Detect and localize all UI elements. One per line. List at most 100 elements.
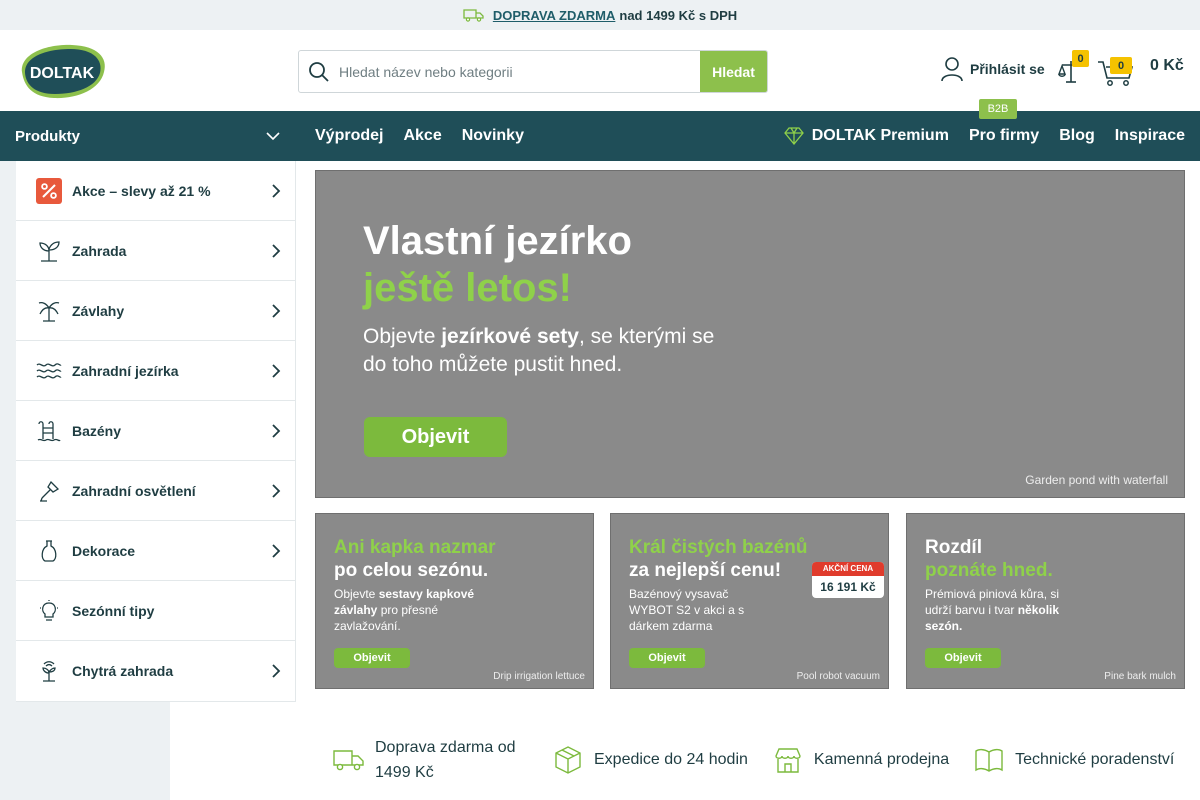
usp-free-shipping: Doprava zdarma od 1499 Kč [333, 735, 528, 785]
chevron-right-icon [272, 183, 281, 198]
cart-count-badge: 0 [1110, 57, 1132, 74]
cart-total[interactable]: 0 Kč [1150, 57, 1184, 75]
lightbulb-icon [36, 598, 62, 624]
pool-ladder-icon [36, 418, 62, 444]
nav-link-pro-firmy[interactable]: Pro firmy [969, 127, 1039, 145]
price-tag: AKČNÍ CENA 16 191 Kč [812, 562, 884, 598]
package-icon [552, 744, 584, 776]
chevron-right-icon [272, 423, 281, 438]
products-label: Produkty [15, 127, 81, 145]
promo-banner-pool-robot[interactable]: Král čistých bazénů za nejlepší cenu! Baz… [610, 513, 889, 689]
sidebar-item-bazeny[interactable]: Bazény [16, 401, 295, 461]
banner-description: Objevte sestavy kapkové závlahy pro přes… [334, 587, 475, 633]
compare-count-badge: 0 [1072, 50, 1089, 67]
promo-banner-bark[interactable]: Rozdíl poznáte hned. Prémiová piniová kůr… [906, 513, 1185, 689]
nav-link-novinky[interactable]: Novinky [462, 127, 524, 145]
sidebar-item-label: Sezónní tipy [72, 602, 155, 619]
sidebar-item-zavlahy[interactable]: Závlahy [16, 281, 295, 341]
banner-description: Prémiová piniová kůra, si udrží barvu i … [925, 587, 1060, 633]
free-shipping-link[interactable]: DOPRAVA ZDARMA [493, 8, 616, 23]
sidebar-item-sezonni-tipy[interactable]: Sezónní tipy [16, 581, 295, 641]
doltak-logo[interactable]: DOLTAK [16, 42, 108, 100]
truck-icon [463, 9, 484, 22]
hero-description: Objevte jezírkové sety, se kterými se do… [363, 325, 715, 376]
price-tag-label: AKČNÍ CENA [812, 562, 884, 576]
usp-advice: Technické poradenství [973, 744, 1174, 776]
banner-description: Bazénový vysavač WYBOT S2 v akci a s dár… [629, 587, 745, 633]
compare-button[interactable]: 0 [1057, 50, 1089, 86]
svg-text:DOLTAK: DOLTAK [30, 65, 95, 82]
smart-plant-icon [36, 658, 62, 684]
nav-link-akce[interactable]: Akce [403, 127, 441, 145]
banner-image-placeholder: Drip irrigation lettuce [493, 671, 585, 682]
banner-cta-button[interactable]: Objevit [925, 648, 1001, 668]
banner-image-placeholder: Pool robot vacuum [796, 671, 880, 682]
usp-label: Expedice do 24 hodin [594, 751, 748, 768]
promo-banner-irrigation[interactable]: Ani kapka nazmar po celou sezónu. Objevte… [315, 513, 594, 689]
main-navigation: Produkty Výprodej Akce Novinky DOLTAK Pr… [0, 111, 1200, 161]
chevron-right-icon [272, 543, 281, 558]
sidebar-item-zahrada[interactable]: Zahrada [16, 221, 295, 281]
sidebar-item-osvetleni[interactable]: Zahradní osvětlení [16, 461, 295, 521]
products-menu-toggle[interactable]: Produkty [0, 111, 295, 161]
hero-subheadline: ještě letos! [363, 266, 572, 310]
search-icon[interactable] [299, 51, 339, 92]
percent-icon [36, 177, 62, 204]
vase-icon [36, 538, 62, 564]
sidebar-item-chytra-zahrada[interactable]: Chytrá zahrada [16, 641, 295, 701]
user-icon [941, 57, 963, 82]
nav-left-links: Výprodej Akce Novinky [315, 111, 524, 161]
banner-headline: Rozdíl poznáte hned. [925, 537, 1053, 581]
sidebar-item-label: Chytrá zahrada [72, 663, 174, 679]
chevron-right-icon [272, 664, 281, 678]
cart-button[interactable]: 0 [1097, 54, 1137, 88]
login-link[interactable]: Přihlásit se [940, 56, 1045, 82]
category-sidebar: Akce – slevy až 21 % Zahrada Závlahy Zah… [16, 161, 296, 702]
diamond-icon [783, 127, 804, 145]
price-tag-value: 16 191 Kč [820, 580, 876, 594]
shipping-announcement-bar: DOPRAVA ZDARMA nad 1499 Kč s DPH [0, 0, 1200, 30]
banner-image-placeholder: Pine bark mulch [1104, 671, 1176, 682]
header: DOLTAK Hledat Přihlásit se 0 0 0 Kč [0, 30, 1200, 111]
plant-icon [36, 238, 62, 264]
banner-headline: Ani kapka nazmar po celou sezónu. [334, 537, 496, 581]
sidebar-item-akce[interactable]: Akce – slevy až 21 % [16, 161, 295, 221]
search-input[interactable] [339, 51, 700, 92]
sidebar-item-label: Závlahy [72, 302, 125, 319]
nav-link-blog[interactable]: Blog [1059, 127, 1095, 145]
premium-label: DOLTAK Premium [811, 127, 949, 144]
banner-cta-button[interactable]: Objevit [334, 648, 410, 668]
nav-link-premium[interactable]: DOLTAK Premium [783, 127, 949, 145]
hero-headline: Vlastní jezírko [363, 219, 632, 263]
usp-row: Doprava zdarma od 1499 Kč Expedice do 24… [315, 730, 1200, 790]
book-icon [973, 744, 1005, 776]
truck-icon [333, 744, 365, 776]
nav-link-inspirace[interactable]: Inspirace [1115, 127, 1185, 145]
login-label: Přihlásit se [970, 61, 1045, 77]
hero-banner[interactable]: Vlastní jezírko ještě letos! Objevte jez… [315, 170, 1185, 498]
hero-cta-button[interactable]: Objevit [364, 417, 507, 457]
sidebar-item-label: Zahradní jezírka [72, 362, 179, 379]
sprinkler-icon [36, 298, 62, 324]
sidebar-item-jezirka[interactable]: Zahradní jezírka [16, 341, 295, 401]
banner-cta-button[interactable]: Objevit [629, 648, 705, 668]
b2b-badge: B2B [979, 99, 1017, 119]
banner-headline: Král čistých bazénů za nejlepší cenu! [629, 537, 808, 581]
usp-dispatch: Expedice do 24 hodin [552, 744, 748, 776]
usp-label: Doprava zdarma od 1499 Kč [375, 739, 516, 781]
hero-image-placeholder: Garden pond with waterfall [1025, 473, 1168, 487]
usp-label: Technické poradenství [1015, 751, 1175, 768]
nav-link-vyprodej[interactable]: Výprodej [315, 127, 383, 145]
search-button[interactable]: Hledat [700, 51, 767, 92]
sidebar-item-dekorace[interactable]: Dekorace [16, 521, 295, 581]
free-shipping-text: nad 1499 Kč s DPH [619, 7, 738, 23]
hero-text: Vlastní jezírko ještě letos! Objevte jez… [363, 217, 743, 379]
sidebar-item-label: Akce – slevy až 21 % [72, 182, 211, 199]
chevron-down-icon [266, 132, 280, 141]
lamp-icon [36, 478, 62, 504]
waves-icon [36, 358, 62, 384]
chevron-right-icon [272, 303, 281, 318]
chevron-right-icon [272, 243, 281, 258]
sidebar-item-label: Zahrada [72, 242, 127, 259]
sidebar-item-label: Zahradní osvětlení [72, 482, 196, 499]
